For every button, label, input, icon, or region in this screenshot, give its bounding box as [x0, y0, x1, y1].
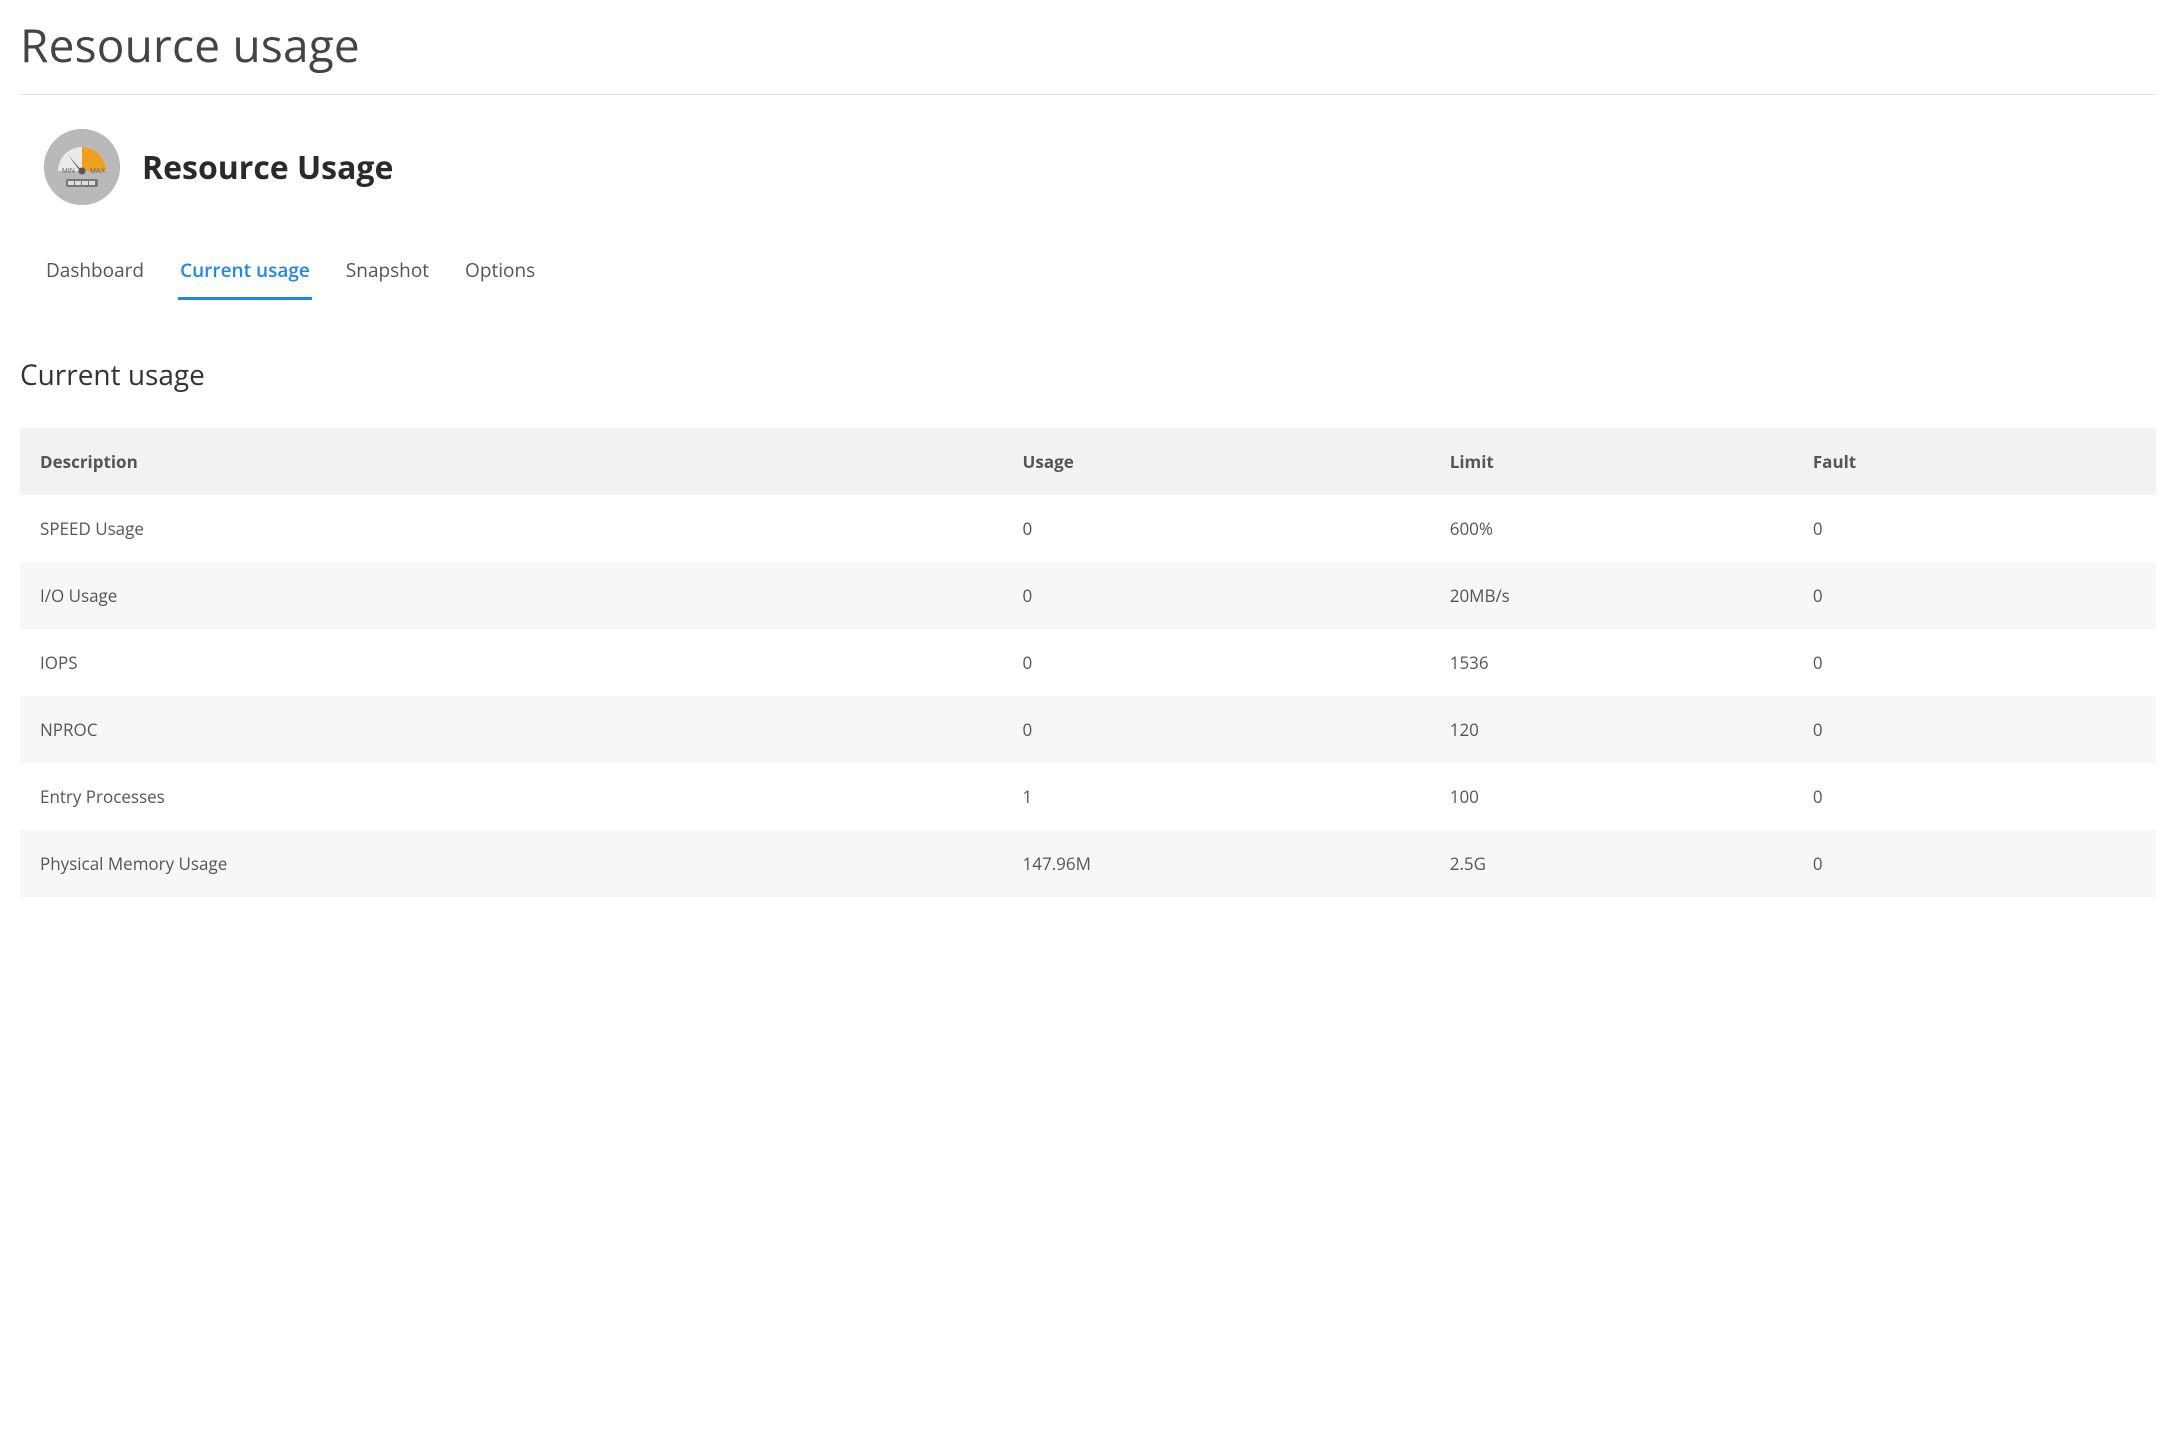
tab-current-usage[interactable]: Current usage: [178, 251, 312, 300]
cell-description: IOPS: [20, 629, 1003, 696]
cell-fault: 0: [1793, 696, 2156, 763]
cell-limit: 1536: [1430, 629, 1793, 696]
cell-fault: 0: [1793, 830, 2156, 897]
cell-fault: 0: [1793, 629, 2156, 696]
tab-dashboard[interactable]: Dashboard: [44, 251, 146, 300]
cell-limit: 20MB/s: [1430, 562, 1793, 629]
gauge-icon: MIN MAX: [44, 129, 120, 205]
tab-snapshot[interactable]: Snapshot: [344, 251, 431, 300]
cell-fault: 0: [1793, 562, 2156, 629]
svg-text:MIN: MIN: [62, 168, 75, 175]
cell-description: NPROC: [20, 696, 1003, 763]
column-header-fault: Fault: [1793, 428, 2156, 495]
column-header-limit: Limit: [1430, 428, 1793, 495]
cell-description: SPEED Usage: [20, 495, 1003, 562]
cell-limit: 100: [1430, 763, 1793, 830]
cell-limit: 2.5G: [1430, 830, 1793, 897]
cell-description: Physical Memory Usage: [20, 830, 1003, 897]
cell-usage: 0: [1003, 629, 1430, 696]
cell-fault: 0: [1793, 763, 2156, 830]
module-title: Resource Usage: [142, 146, 393, 189]
cell-usage: 0: [1003, 562, 1430, 629]
cell-limit: 600%: [1430, 495, 1793, 562]
tabs: Dashboard Current usage Snapshot Options: [20, 225, 2156, 300]
module-header: MIN MAX Resource Usage: [20, 95, 2156, 225]
page-title: Resource usage: [20, 0, 2156, 95]
cell-usage: 1: [1003, 763, 1430, 830]
cell-limit: 120: [1430, 696, 1793, 763]
cell-usage: 0: [1003, 696, 1430, 763]
section-title: Current usage: [20, 356, 2156, 394]
usage-table: DescriptionUsageLimitFault SPEED Usage06…: [20, 428, 2156, 897]
cell-usage: 147.96M: [1003, 830, 1430, 897]
svg-text:MAX: MAX: [90, 168, 106, 175]
cell-description: I/O Usage: [20, 562, 1003, 629]
column-header-description: Description: [20, 428, 1003, 495]
tab-options[interactable]: Options: [463, 251, 537, 300]
cell-usage: 0: [1003, 495, 1430, 562]
cell-fault: 0: [1793, 495, 2156, 562]
cell-description: Entry Processes: [20, 763, 1003, 830]
column-header-usage: Usage: [1003, 428, 1430, 495]
